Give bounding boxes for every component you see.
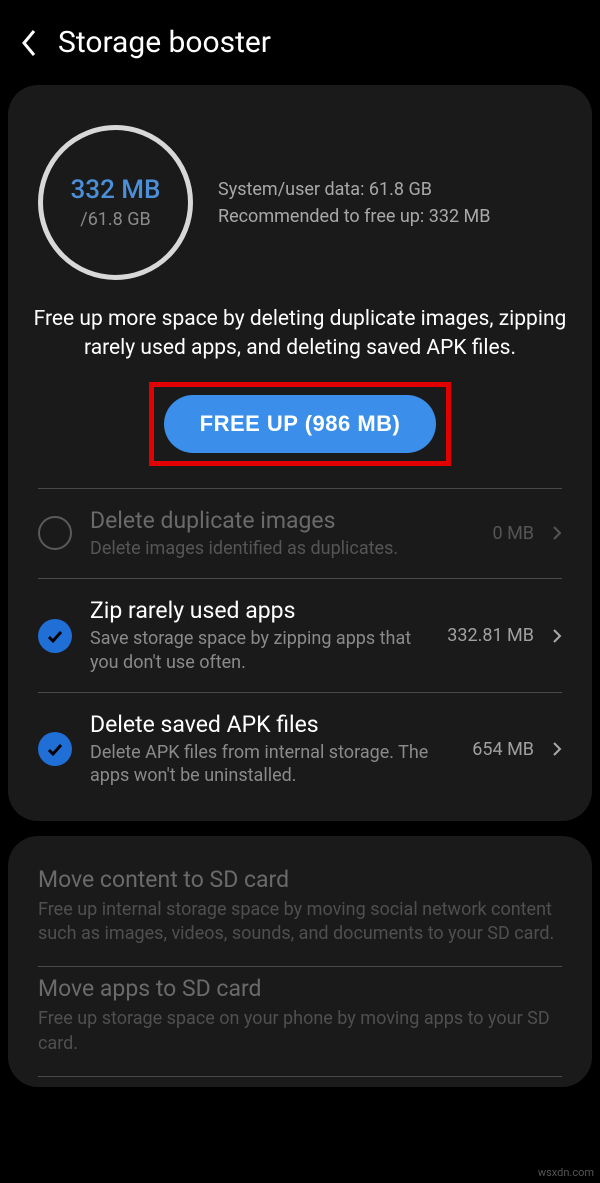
storage-circle: 332 MB /61.8 GB <box>38 125 193 280</box>
divider <box>38 1076 562 1077</box>
option-sub: Delete images identified as duplicates. <box>90 537 474 560</box>
description-text: Free up more space by deleting duplicate… <box>8 305 592 364</box>
watermark: wsxdn.com <box>538 1166 594 1179</box>
option-title: Delete saved APK files <box>90 711 454 738</box>
checkmark-icon <box>45 626 65 646</box>
checkmark-icon <box>45 739 65 759</box>
option-title: Zip rarely used apps <box>90 597 429 624</box>
storage-summary: 332 MB /61.8 GB System/user data: 61.8 G… <box>8 115 592 305</box>
option-title: Delete duplicate images <box>90 507 474 534</box>
checkbox-checked-icon[interactable] <box>38 619 72 653</box>
storage-info: System/user data: 61.8 GB Recommended to… <box>218 176 490 230</box>
back-icon[interactable] <box>20 29 38 57</box>
system-user-data: System/user data: 61.8 GB <box>218 176 490 203</box>
option-text: Delete duplicate images Delete images id… <box>90 507 474 560</box>
sd-title: Move content to SD card <box>38 866 562 893</box>
sd-title: Move apps to SD card <box>38 975 562 1002</box>
sd-sub: Free up storage space on your phone by m… <box>38 1007 562 1056</box>
recommended-free: Recommended to free up: 332 MB <box>218 203 490 230</box>
sd-sub: Free up internal storage space by moving… <box>38 898 562 947</box>
highlight-annotation: FREE UP (986 MB) <box>149 382 452 466</box>
main-card: 332 MB /61.8 GB System/user data: 61.8 G… <box>8 85 592 821</box>
option-sub: Save storage space by zipping apps that … <box>90 627 429 674</box>
option-sub: Delete APK files from internal storage. … <box>90 741 454 788</box>
chevron-right-icon[interactable] <box>552 741 562 757</box>
chevron-right-icon[interactable] <box>552 525 562 541</box>
option-size: 654 MB <box>472 739 534 760</box>
storage-total-value: /61.8 GB <box>80 209 150 230</box>
storage-free-value: 332 MB <box>71 175 161 205</box>
button-container: FREE UP (986 MB) <box>8 382 592 466</box>
option-zip-apps[interactable]: Zip rarely used apps Save storage space … <box>38 579 562 692</box>
option-size: 0 MB <box>492 523 534 544</box>
option-text: Zip rarely used apps Save storage space … <box>90 597 429 674</box>
chevron-right-icon[interactable] <box>552 628 562 644</box>
option-text: Delete saved APK files Delete APK files … <box>90 711 454 788</box>
sd-move-content[interactable]: Move content to SD card Free up internal… <box>38 858 562 967</box>
option-delete-duplicates[interactable]: Delete duplicate images Delete images id… <box>38 489 562 578</box>
free-up-button[interactable]: FREE UP (986 MB) <box>164 395 437 453</box>
option-delete-apk[interactable]: Delete saved APK files Delete APK files … <box>38 693 562 806</box>
sd-card-section: Move content to SD card Free up internal… <box>8 836 592 1087</box>
sd-move-apps[interactable]: Move apps to SD card Free up storage spa… <box>38 967 562 1076</box>
header: Storage booster <box>0 0 600 85</box>
option-size: 332.81 MB <box>447 625 534 646</box>
page-title: Storage booster <box>58 25 271 60</box>
options-list: Delete duplicate images Delete images id… <box>8 488 592 806</box>
checkbox-checked-icon[interactable] <box>38 732 72 766</box>
checkbox-unchecked-icon[interactable] <box>38 516 72 550</box>
